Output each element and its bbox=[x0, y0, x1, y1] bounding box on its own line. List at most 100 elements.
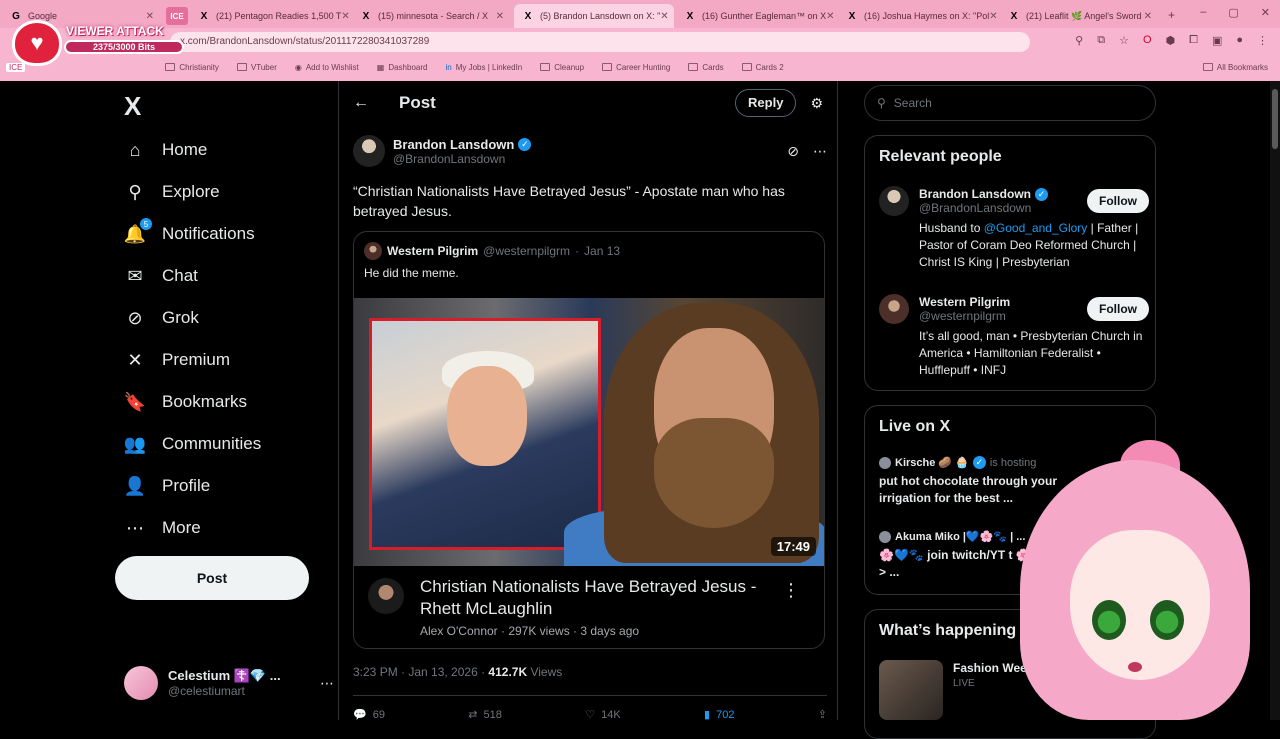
close-icon[interactable]: ✕ bbox=[1144, 11, 1152, 22]
avatar[interactable] bbox=[353, 135, 385, 167]
close-icon[interactable]: ✕ bbox=[989, 11, 997, 22]
tab-brandon-lansdown[interactable]: X (5) Brandon Lansdown on X: " ✕ bbox=[514, 4, 674, 28]
like-action[interactable]: ♡ 14K bbox=[585, 708, 621, 722]
like-count: 14K bbox=[601, 708, 621, 721]
close-window-icon[interactable]: ✕ bbox=[1261, 6, 1270, 19]
tab-leaflit[interactable]: X (21) Leaflit 🌿 Angel's Sword ✕ bbox=[1000, 4, 1160, 28]
close-icon[interactable]: ✕ bbox=[496, 11, 504, 22]
follow-button[interactable]: Follow bbox=[1087, 189, 1149, 213]
author-handle[interactable]: @BrandonLansdown bbox=[393, 152, 531, 166]
new-tab-button[interactable]: + bbox=[1168, 8, 1175, 22]
bookmark-career[interactable]: Career Hunting bbox=[602, 63, 670, 72]
scrollbar-thumb[interactable] bbox=[1272, 89, 1278, 149]
nav-bookmarks[interactable]: 🔖 Bookmarks bbox=[124, 381, 261, 423]
nav-premium[interactable]: ✕ Premium bbox=[124, 339, 261, 381]
nav-grok[interactable]: ⊘ Grok bbox=[124, 297, 261, 339]
tab-label: (21) Pentagon Readies 1,500 T bbox=[216, 11, 342, 21]
trend-image bbox=[879, 660, 943, 720]
nav-notifications[interactable]: 🔔 5 Notifications bbox=[124, 213, 261, 255]
browser-toolbar: x.com/BrandonLansdown/status/20111722803… bbox=[0, 28, 1280, 56]
people-icon: 👥 bbox=[123, 433, 147, 454]
bookmark-count: 702 bbox=[716, 708, 735, 721]
verified-icon: ✓ bbox=[518, 137, 532, 151]
opera-icon[interactable]: O bbox=[1143, 34, 1152, 47]
video-thumbnail[interactable]: 17:49 bbox=[354, 298, 824, 566]
x-logo[interactable]: X bbox=[124, 91, 141, 122]
bookmark-cleanup[interactable]: Cleanup bbox=[540, 63, 584, 72]
nav-home[interactable]: ⌂ Home bbox=[124, 129, 261, 171]
bookmark-linkedin[interactable]: in My Jobs | LinkedIn bbox=[445, 63, 522, 72]
person-name-row: Brandon Lansdown ✓ bbox=[919, 187, 1048, 201]
maximize-icon[interactable]: ▢ bbox=[1228, 6, 1238, 19]
avatar[interactable] bbox=[879, 186, 909, 216]
puzzle-icon[interactable]: ⧠ bbox=[1189, 34, 1198, 47]
account-switcher[interactable]: Celestium ☦️💎 ... @celestiumart ⋯ bbox=[124, 661, 334, 705]
bio-mention-link[interactable]: @Good_and_Glory bbox=[984, 221, 1088, 235]
bookmark-action[interactable]: ▮ 702 bbox=[704, 708, 735, 722]
more-icon[interactable]: ⋯ bbox=[320, 675, 334, 692]
bookmark-label: Career Hunting bbox=[616, 62, 671, 72]
relevant-people-card: Relevant people Brandon Lansdown ✓ @Brand… bbox=[864, 135, 1156, 391]
nav-chat[interactable]: ✉ Chat bbox=[124, 255, 261, 297]
back-arrow-icon[interactable]: ← bbox=[353, 94, 399, 112]
tab-gunther[interactable]: X (16) Gunther Eagleman™ on X ✕ bbox=[676, 4, 836, 28]
bookmark-vtuber[interactable]: VTuber bbox=[236, 63, 277, 72]
nav-profile[interactable]: 👤 Profile bbox=[124, 465, 261, 507]
nav-label: Notifications bbox=[162, 224, 255, 243]
post-button[interactable]: Post bbox=[115, 556, 309, 600]
sliders-icon[interactable]: ⚙ bbox=[810, 95, 823, 112]
bookmark-label: Cleanup bbox=[554, 62, 585, 72]
quoted-author-name: Western Pilgrim bbox=[387, 244, 479, 258]
toolbar-icons: ⚲ ⧉ ☆ O ⬢ ⧠ ▣ ● ⋮ bbox=[1075, 34, 1268, 47]
close-icon[interactable]: ✕ bbox=[826, 11, 834, 22]
bookmark-cards-2[interactable]: Cards 2 bbox=[741, 63, 784, 72]
follow-button[interactable]: Follow bbox=[1087, 297, 1149, 321]
sidebar-icon[interactable]: ▣ bbox=[1212, 34, 1222, 47]
author-name[interactable]: Brandon Lansdown bbox=[393, 137, 514, 152]
tab-joshua[interactable]: X (16) Joshua Haymes on X: "Pol ✕ bbox=[838, 4, 998, 28]
profile-icon[interactable]: ● bbox=[1236, 34, 1243, 47]
bookmark-label: Christianity bbox=[179, 62, 219, 72]
mail-icon: ✉ bbox=[127, 265, 143, 286]
avatar[interactable] bbox=[879, 294, 909, 324]
reply-action[interactable]: 💬 69 bbox=[353, 708, 385, 722]
reply-button[interactable]: Reply bbox=[735, 89, 797, 117]
all-bookmarks[interactable]: All Bookmarks bbox=[1202, 63, 1268, 72]
viewer-attack-title: VIEWER ATTACK bbox=[66, 24, 164, 38]
repost-action[interactable]: ⇄ 518 bbox=[468, 708, 502, 722]
x-icon: ✕ bbox=[127, 349, 143, 370]
bookmark-cards[interactable]: Cards bbox=[688, 63, 724, 72]
relevant-person: Western Pilgrim @westernpilgrm Follow It… bbox=[879, 294, 1149, 379]
tab-minnesota[interactable]: X (15) minnesota - Search / X ✕ bbox=[352, 4, 512, 28]
nav-communities[interactable]: 👥 Communities bbox=[124, 423, 261, 465]
close-icon[interactable]: ✕ bbox=[660, 11, 668, 22]
nav-explore[interactable]: ⚲ Explore bbox=[124, 171, 261, 213]
video-card-info[interactable]: Christian Nationalists Have Betrayed Jes… bbox=[354, 566, 824, 648]
nav-more[interactable]: ⋯ More bbox=[124, 507, 261, 549]
person-handle: @BrandonLansdown bbox=[919, 201, 1032, 215]
bookmark-wishlist[interactable]: ◉ Add to Wishlist bbox=[295, 63, 359, 72]
grok-icon[interactable]: ⊘ bbox=[787, 143, 799, 160]
minimize-icon[interactable]: – bbox=[1200, 6, 1206, 19]
more-vertical-icon[interactable]: ⋮ bbox=[782, 580, 800, 601]
bookmark-dashboard[interactable]: ▦ Dashboard bbox=[377, 63, 428, 72]
share-action[interactable]: ⇪ bbox=[818, 708, 827, 721]
account-name: Celestium ☦️💎 ... bbox=[168, 668, 281, 683]
install-icon[interactable]: ⧉ bbox=[1097, 34, 1105, 47]
more-icon[interactable]: ⋯ bbox=[813, 143, 827, 160]
close-icon[interactable]: ✕ bbox=[341, 11, 349, 22]
menu-icon[interactable]: ⋮ bbox=[1257, 34, 1268, 47]
person-icon: 👤 bbox=[123, 475, 147, 496]
timestamp-text[interactable]: 3:23 PM · Jan 13, 2026 · bbox=[353, 665, 488, 679]
folder-icon bbox=[236, 63, 247, 71]
address-bar[interactable]: x.com/BrandonLansdown/status/20111722803… bbox=[170, 32, 1030, 52]
search-input[interactable]: ⚲ Search bbox=[864, 85, 1156, 121]
tab-pentagon[interactable]: X (21) Pentagon Readies 1,500 T ✕ bbox=[190, 4, 350, 28]
person-name[interactable]: Brandon Lansdown bbox=[919, 187, 1031, 201]
dashboard-icon: ▦ bbox=[376, 62, 385, 72]
zoom-icon[interactable]: ⚲ bbox=[1075, 34, 1083, 47]
person-name[interactable]: Western Pilgrim bbox=[919, 295, 1010, 309]
star-icon[interactable]: ☆ bbox=[1119, 34, 1129, 47]
extension-icon[interactable]: ⬢ bbox=[1166, 34, 1176, 47]
quoted-post[interactable]: Western Pilgrim @westernpilgrm · Jan 13 … bbox=[353, 231, 825, 649]
